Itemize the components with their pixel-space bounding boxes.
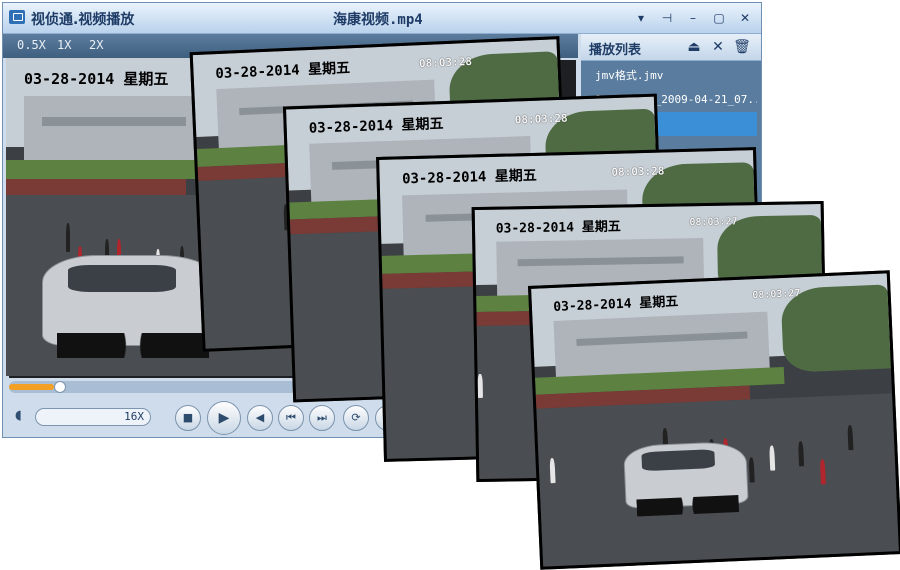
close-icon[interactable]: ✕ — [737, 10, 753, 26]
video-frame-6: 03-28-2014 星期五 08:03:27 — [527, 270, 900, 570]
speed-0-5x-button[interactable]: 0.5X — [17, 38, 46, 52]
video-timestamp-date: 03-28-2014 星期五 — [495, 219, 621, 237]
pedestrian — [477, 374, 483, 399]
playlist-item[interactable]: jmv格式.jmv — [585, 64, 757, 88]
video-timestamp-time: 08:03:27 — [752, 288, 801, 302]
file-title: 海康视频.mp4 — [333, 12, 423, 28]
step-forward-button[interactable]: ⏭ — [309, 405, 335, 431]
seek-handle[interactable] — [54, 381, 67, 393]
scene-lawn — [6, 159, 216, 179]
stop-button[interactable]: ■ — [175, 405, 201, 431]
remove-icon[interactable]: ✕ — [709, 38, 727, 56]
maximize-icon[interactable]: ▢ — [711, 10, 727, 26]
playlist-title: 播放列表 — [589, 43, 642, 58]
speed-slider-label: 16X — [124, 410, 144, 423]
loop-button[interactable]: ⟳ — [343, 405, 369, 431]
menu-icon[interactable]: ▾ — [633, 10, 649, 26]
eject-icon[interactable]: ⏏ — [685, 38, 703, 56]
scene-bldg — [24, 96, 204, 167]
speed-slider[interactable]: 16X — [35, 408, 151, 426]
video-timestamp-date: 03-28-2014 星期五 — [24, 69, 169, 88]
speed-2x-button[interactable]: 2X — [89, 38, 103, 52]
video-timestamp-time: 08:03:28 — [611, 164, 665, 179]
speed-1x-button[interactable]: 1X — [57, 38, 71, 52]
playlist-header: 播放列表 ⏏ ✕ 🗑 — [581, 34, 761, 61]
app-title: 视侦通.视频播放 — [31, 12, 135, 28]
pedestrian — [847, 425, 854, 451]
scene-hedge — [6, 178, 186, 195]
step-back-button[interactable]: ⏮ — [278, 405, 304, 431]
volume-icon[interactable]: ◖ — [15, 408, 31, 424]
seek-progress — [9, 384, 55, 390]
app-logo-icon — [9, 10, 25, 24]
window-controls: ▾ ⊣ – ▢ ✕ — [633, 10, 753, 26]
pin-icon[interactable]: ⊣ — [659, 10, 675, 26]
video-timestamp-time: 08:03:28 — [514, 111, 568, 127]
car — [623, 440, 750, 510]
trash-icon[interactable]: 🗑 — [733, 38, 751, 56]
prev-frame-button[interactable]: ◀ — [247, 405, 273, 431]
video-timestamp-time: 08:03:27 — [689, 216, 738, 229]
minimize-icon[interactable]: – — [685, 10, 701, 26]
title-bar[interactable]: 视侦通.视频播放 海康视频.mp4 ▾ ⊣ – ▢ ✕ — [3, 3, 761, 34]
play-button[interactable]: ▶ — [207, 401, 241, 435]
video-timestamp-date: 03-28-2014 星期五 — [401, 167, 537, 188]
pedestrian — [66, 223, 71, 252]
pedestrian — [549, 457, 556, 483]
video-timestamp-time: 08:03:28 — [418, 54, 473, 70]
car — [42, 255, 224, 358]
